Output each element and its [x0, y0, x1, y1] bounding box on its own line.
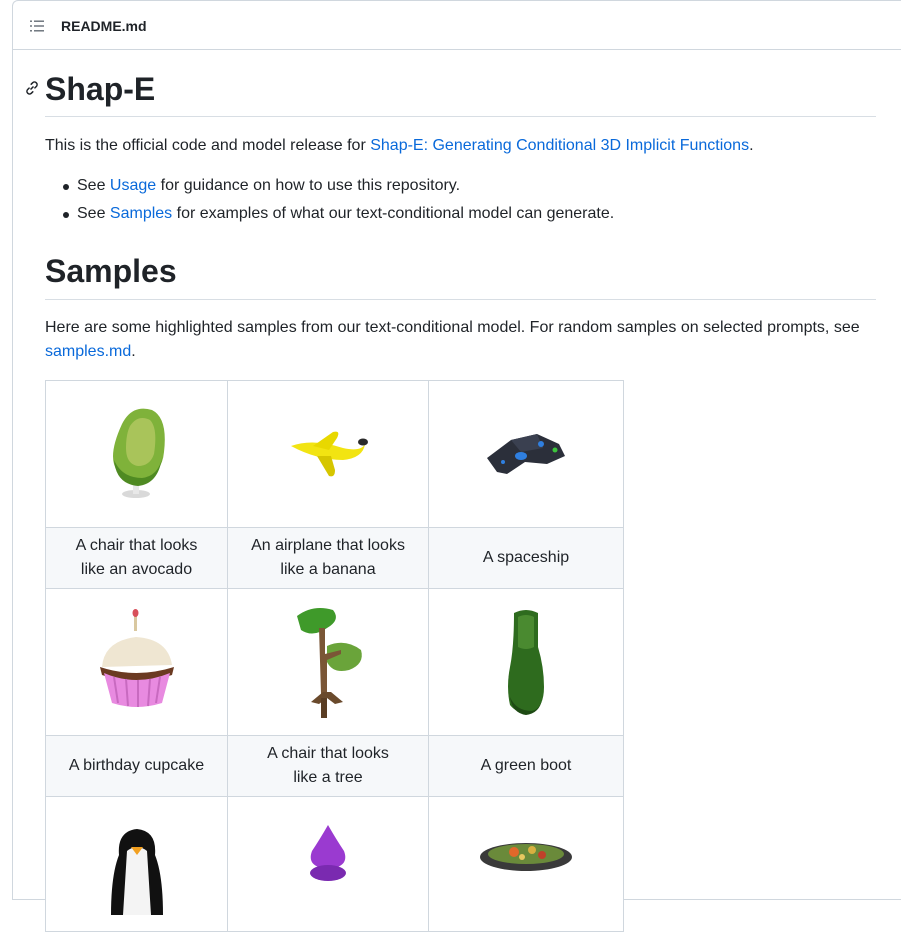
sample-image-cell: [227, 796, 429, 932]
green-boot-image: [508, 610, 544, 715]
image-row: [45, 380, 624, 528]
intro-bullet-list: See Usage for guidance on how to use thi…: [45, 174, 876, 230]
food-bowl-image: [480, 843, 572, 871]
caption-text: A chair that looks like a tree: [267, 745, 389, 786]
samples-intro-end: .: [131, 343, 136, 360]
file-header: README.md: [13, 1, 901, 50]
sample-image-cell: [45, 380, 228, 528]
caption-text: An airplane that looks like a banana: [251, 537, 405, 578]
sample-caption: A chair that looks like an avocado: [45, 527, 228, 589]
intro-paragraph: This is the official code and model rele…: [45, 134, 876, 158]
samples-link[interactable]: Samples: [110, 205, 172, 222]
file-name: README.md: [61, 18, 147, 34]
page-title: Shap-E: [26, 68, 876, 117]
sample-image-cell: [45, 588, 228, 736]
bullet-dot: [63, 212, 69, 218]
caption-row: A birthday cupcake A chair that looks li…: [45, 735, 624, 797]
sample-caption: An airplane that looks like a banana: [227, 527, 429, 589]
paper-link[interactable]: Shap-E: Generating Conditional 3D Implic…: [370, 137, 749, 154]
sample-caption: A green boot: [428, 735, 624, 797]
samples-heading: Samples: [45, 250, 876, 300]
penguin-image: [110, 829, 163, 915]
list-item-text: for guidance on how to use this reposito…: [156, 177, 461, 194]
tree-chair-image: [297, 608, 362, 718]
avocado-chair-image: [112, 408, 165, 498]
sample-image-cell: [45, 796, 228, 932]
sample-image-cell: [428, 588, 624, 736]
caption-text: A chair that looks like an avocado: [75, 537, 198, 578]
list-unordered-icon[interactable]: [29, 18, 45, 34]
sample-image-cell: [428, 380, 624, 528]
samples-table: A chair that looks like an avocado An ai…: [45, 380, 624, 932]
samples-paragraph: Here are some highlighted samples from o…: [45, 316, 876, 364]
purple-object-image: [310, 825, 346, 881]
banana-airplane-image: [291, 431, 368, 477]
samples-md-link[interactable]: samples.md: [45, 343, 131, 360]
list-item: See Samples for examples of what our tex…: [45, 202, 876, 230]
sample-caption: A spaceship: [428, 527, 624, 589]
caption-text: A birthday cupcake: [68, 757, 205, 774]
image-row: [45, 588, 624, 736]
list-item-text: See: [77, 177, 110, 194]
readme-container: README.md Shap-E This is the official co…: [12, 0, 901, 932]
caption-text: A green boot: [480, 757, 572, 774]
sample-image-cell: [227, 588, 429, 736]
sample-image-cell: [227, 380, 429, 528]
bullet-dot: [63, 184, 69, 190]
samples-intro-text: Here are some highlighted samples from o…: [45, 319, 860, 336]
list-item-text: for examples of what our text-conditiona…: [172, 205, 615, 222]
birthday-cupcake-image: [99, 609, 174, 707]
caption-text: A spaceship: [482, 549, 570, 566]
intro-text: This is the official code and model rele…: [45, 137, 371, 154]
page-title-text: Shap-E: [45, 71, 156, 107]
link-anchor-icon[interactable]: [24, 80, 40, 96]
list-item: See Usage for guidance on how to use thi…: [45, 174, 876, 202]
caption-row: A chair that looks like an avocado An ai…: [45, 527, 624, 589]
sample-caption: A chair that looks like a tree: [227, 735, 429, 797]
list-item-text: See: [77, 205, 110, 222]
intro-text-end: .: [749, 137, 754, 154]
sample-image-cell: [428, 796, 624, 932]
image-row: [45, 796, 624, 932]
spaceship-image: [487, 434, 565, 474]
sample-caption: A birthday cupcake: [45, 735, 228, 797]
usage-link[interactable]: Usage: [110, 177, 156, 194]
